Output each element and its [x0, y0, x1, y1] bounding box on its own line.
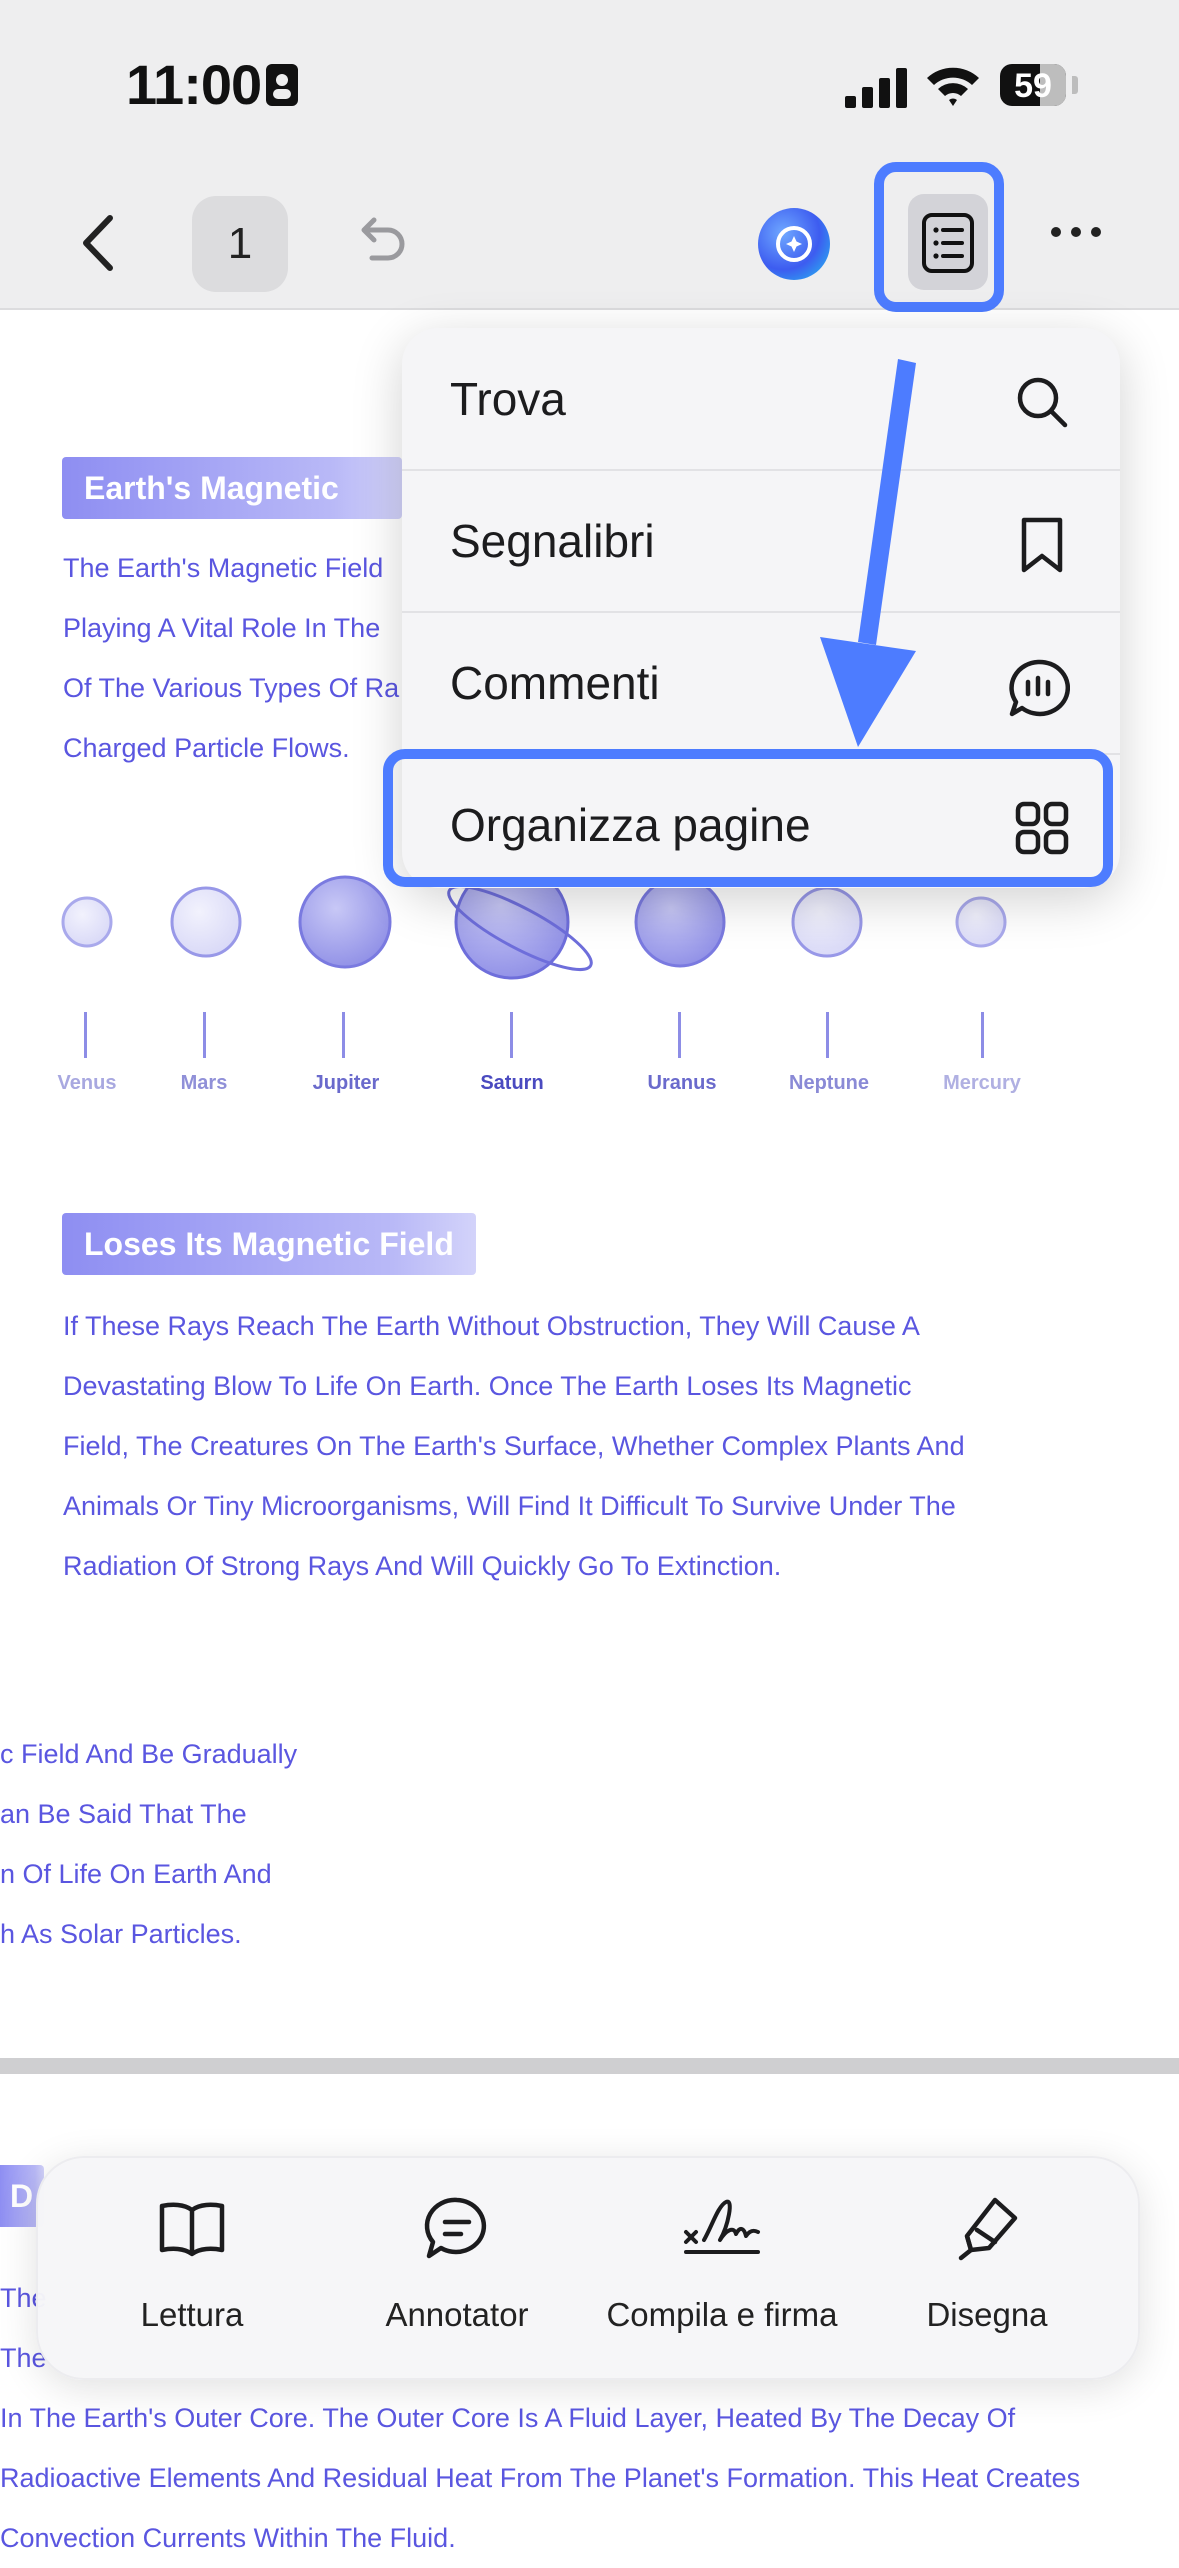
planet-mars — [170, 886, 242, 958]
planet-label: Saturn — [480, 1072, 544, 1094]
battery-cap — [1072, 76, 1078, 94]
battery-indicator: 59 — [1000, 64, 1066, 106]
bookmark-icon — [1021, 517, 1063, 573]
paragraph: c Field And Be Gradually an Be Said That… — [0, 1724, 297, 1964]
paragraph-line: Radiation Of Strong Rays And Will Quickl… — [63, 1551, 782, 1581]
menu-item-bookmarks[interactable]: Segnalibri — [402, 470, 1120, 612]
section-heading: Earth's Magnetic — [62, 457, 402, 519]
menu-item-find[interactable]: Trova — [402, 328, 1120, 470]
page-number-button[interactable]: 1 — [192, 196, 288, 292]
paragraph-line: Devastating Blow To Life On Earth. Once … — [63, 1371, 912, 1401]
bottom-tab-bar — [36, 2156, 1140, 2380]
back-chevron-icon[interactable] — [70, 208, 130, 278]
menu-item-label: Segnalibri — [450, 515, 655, 567]
arrow-icon — [820, 359, 916, 747]
annotate-icon — [424, 2197, 487, 2259]
more-options-icon[interactable] — [1050, 222, 1102, 242]
tab-draw[interactable]: Disegna — [857, 2196, 1117, 2333]
paragraph-line: Radioactive Elements And Residual Heat F… — [0, 2463, 1081, 2493]
signature-icon — [684, 2199, 760, 2254]
highlight-box — [383, 749, 1113, 887]
wifi-icon — [927, 67, 979, 106]
planet-tick — [510, 1012, 513, 1058]
battery-level: 59 — [1014, 67, 1052, 105]
planet-tick — [203, 1012, 206, 1058]
paragraph: If These Rays Reach The Earth Without Ob… — [63, 1296, 965, 1596]
planet-tick — [678, 1012, 681, 1058]
book-icon — [159, 2202, 225, 2257]
paragraph-line: c Field And Be Gradually — [0, 1739, 298, 1769]
tab-label: Lettura — [140, 2296, 244, 2333]
menu-item-comments[interactable]: Commenti — [402, 612, 1120, 754]
comment-icon — [1009, 659, 1070, 717]
tab-reading[interactable]: Lettura — [62, 2196, 322, 2333]
planet-label: Uranus — [647, 1072, 717, 1094]
planet-mercury — [955, 896, 1007, 948]
planet-label: Mercury — [943, 1072, 1021, 1094]
section-heading: Loses Its Magnetic Field — [62, 1213, 476, 1275]
paragraph-line: an Be Said That The — [0, 1799, 247, 1829]
paragraph-line: Convection Currents Within The Fluid. — [0, 2523, 456, 2553]
planet-tick — [84, 1012, 87, 1058]
planet-jupiter — [298, 875, 392, 969]
paragraph-line: Field, The Creatures On The Earth's Surf… — [63, 1431, 965, 1461]
tab-label: Disegna — [926, 2296, 1048, 2333]
planet-venus — [61, 896, 113, 948]
planet-neptune — [791, 886, 863, 958]
planet-label: Jupiter — [312, 1072, 380, 1094]
contact-card-icon — [266, 64, 298, 106]
paragraph-line: In The Earth's Outer Core. The Outer Cor… — [0, 2403, 1016, 2433]
planet-label: Neptune — [789, 1072, 869, 1094]
planet-tick — [981, 1012, 984, 1058]
search-icon — [1017, 377, 1068, 428]
paragraph: In The Earth's Outer Core. The Outer Cor… — [0, 2388, 1080, 2568]
planet-tick — [342, 1012, 345, 1058]
status-time: 11:00 — [126, 53, 262, 116]
paragraph-line: n Of Life On Earth And — [0, 1859, 272, 1889]
tab-fill-and-sign[interactable]: Compila e firma — [592, 2196, 852, 2333]
menu-item-label: Trova — [450, 373, 566, 425]
paragraph-line: Playing A Vital Role In The — [63, 613, 381, 643]
tab-label: Annotator — [385, 2296, 529, 2333]
paragraph-line: Of The Various Types Of Ra — [63, 673, 400, 703]
ai-sparkle-icon — [776, 226, 812, 262]
undo-icon[interactable] — [352, 212, 408, 268]
paragraph-line: Animals Or Tiny Microorganisms, Will Fin… — [63, 1491, 956, 1521]
outline-menu-button[interactable] — [874, 162, 1004, 312]
ai-assistant-button[interactable] — [758, 208, 830, 280]
paragraph-line: The Earth's Magnetic Field — [63, 553, 384, 583]
page-divider — [0, 2058, 1179, 2074]
planet-tick — [826, 1012, 829, 1058]
tab-label: Compila e firma — [606, 2296, 838, 2333]
paragraph: The Earth's Magnetic Field Playing A Vit… — [63, 538, 399, 778]
paragraph-line: h As Solar Particles. — [0, 1919, 242, 1949]
pen-icon — [958, 2197, 1018, 2261]
paragraph-line: If These Rays Reach The Earth Without Ob… — [63, 1311, 920, 1341]
planet-label: Mars — [180, 1072, 228, 1094]
tab-annotator[interactable]: Annotator — [327, 2196, 587, 2333]
signal-icon — [845, 68, 907, 108]
menu-item-label: Commenti — [450, 657, 660, 709]
paragraph-line: Charged Particle Flows. — [63, 733, 350, 763]
